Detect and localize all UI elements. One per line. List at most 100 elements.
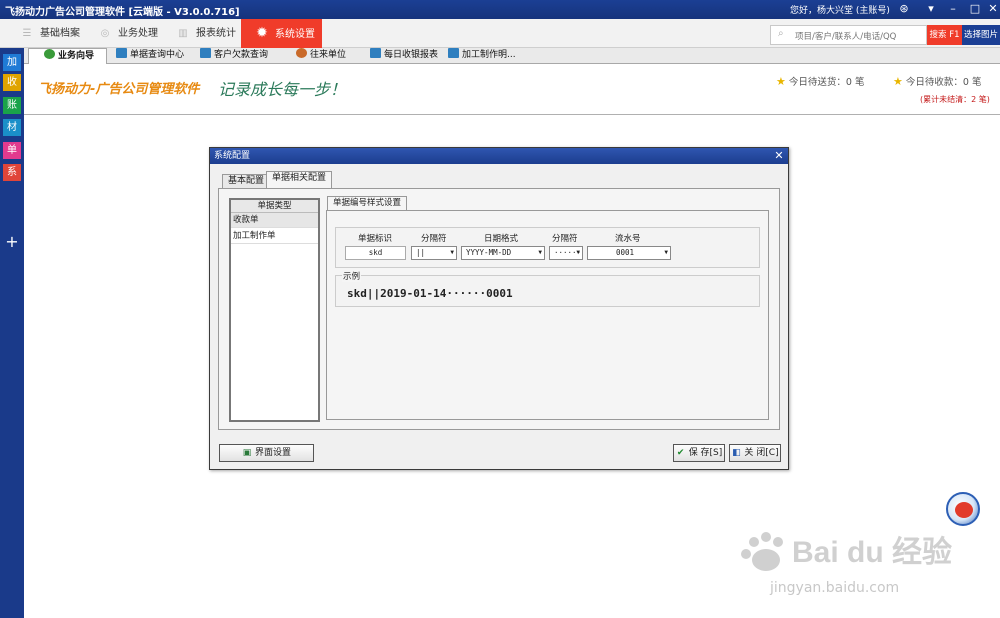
example-legend: 示例 — [342, 270, 362, 282]
separator1-select[interactable]: || ▼ — [411, 246, 457, 260]
sidebar-plus-button[interactable]: + — [3, 233, 21, 251]
people-icon — [296, 48, 307, 58]
dialog-close-icon[interactable]: ✕ — [772, 149, 786, 163]
tab-label: 加工制作明... — [462, 50, 516, 60]
separator2-label: 分隔符 — [552, 234, 578, 244]
select-value: || — [416, 248, 426, 257]
watermark-logo-text: Bai du 经验 — [792, 535, 952, 569]
bill-config-panel: 单据类型 收款单 加工制作单 单据编号样式设置 单据标识 分隔符 日期格式 分隔… — [218, 188, 780, 430]
gear-icon: ✹ — [256, 25, 268, 41]
tab-label: 单据查询中心 — [130, 50, 185, 60]
tab-contacts[interactable]: 往来单位 — [296, 48, 360, 64]
exit-icon: ◧ — [732, 448, 741, 458]
bill-id-input[interactable]: skd — [345, 246, 406, 260]
date-format-label: 日期格式 — [484, 234, 519, 244]
grid-icon — [370, 48, 381, 58]
tab-bill-config[interactable]: 单据相关配置 — [266, 171, 333, 188]
button-label: 界面设置 — [254, 448, 291, 458]
bar-chart-icon: ▥ — [178, 28, 188, 39]
title-bar: 飞扬动力广告公司管理软件 [云端版 - V3.0.0.716] 您好，杨大兴堂 … — [0, 0, 1000, 19]
bill-type-header: 单据类型 — [231, 200, 318, 213]
number-format-panel: 单据标识 分隔符 日期格式 分隔符 流水号 skd || ▼ YYYY-MM-DD… — [326, 210, 769, 420]
tab-label: 往来单位 — [310, 50, 347, 60]
sidebar-material[interactable]: 材 — [3, 119, 21, 136]
search-icon: ⌕ — [778, 28, 784, 39]
caret-down-icon: ▼ — [538, 249, 542, 256]
menu-label: 系统设置 — [275, 29, 315, 40]
list-item[interactable]: 加工制作单 — [231, 229, 318, 244]
menu-business[interactable]: ◎ 业务处理 — [92, 19, 162, 48]
watermark-url: jingyan.baidu.com — [770, 580, 900, 596]
search-button[interactable]: 搜索 F1 — [927, 25, 962, 45]
banner: 飞扬动力-广告公司管理软件 记录成长每一步！ ★ 今日待送货：0 笔 ★ 今日待收款… — [24, 64, 1000, 115]
separator2-select[interactable]: ······ ▼ — [549, 246, 583, 260]
menu-label: 报表统计 — [196, 28, 236, 39]
star-icon: ★ — [776, 75, 786, 88]
stat-delivery[interactable]: ★ 今日待送货：0 笔 — [776, 74, 864, 88]
tab-number-format[interactable]: 单据编号样式设置 — [327, 196, 408, 210]
caret-down-icon: ▼ — [664, 249, 668, 256]
tab-label: 每日收银报表 — [384, 50, 439, 60]
assistant-icon[interactable] — [946, 492, 980, 526]
menu-system-settings[interactable]: ✹ 系统设置 — [241, 19, 322, 48]
separator1-label: 分隔符 — [421, 234, 447, 244]
format-fields: 单据标识 分隔符 日期格式 分隔符 流水号 skd || ▼ YYYY-MM-DD… — [335, 227, 760, 268]
list-item[interactable]: 收款单 — [231, 213, 318, 228]
window-icon: ▣ — [242, 448, 252, 458]
select-value: 0001 — [616, 248, 635, 257]
stat-receivable[interactable]: ★ 今日待收款：0 笔 — [893, 74, 981, 88]
slogan: 记录成长每一步！ — [218, 80, 347, 99]
tab-strip: 业务向导 单据查询中心 客户欠款查询 往来单位 每日收银报表 加工制作明... — [24, 48, 1000, 65]
stat-delivery-text: 今日待送货：0 笔 — [788, 77, 865, 88]
search-input[interactable] — [770, 25, 927, 45]
serial-select[interactable]: 0001 ▼ — [587, 246, 671, 260]
serial-label: 流水号 — [615, 234, 641, 244]
ui-settings-button[interactable]: ▣ 界面设置 — [219, 444, 314, 462]
button-label: 保 存[S] — [688, 448, 723, 458]
dialog-title-bar[interactable]: 系统配置 — [210, 148, 788, 164]
close-button[interactable]: ◧ 关 闭[C] — [729, 444, 781, 462]
minimize-icon[interactable]: – — [946, 2, 960, 16]
system-config-dialog: 系统配置 ✕ 基本配置 单据相关配置 单据类型 收款单 加工制作单 单据编号样式… — [209, 147, 789, 470]
tab-bill-query[interactable]: 单据查询中心 — [116, 48, 196, 64]
grid-icon — [200, 48, 211, 58]
tab-business-guide[interactable]: 业务向导 — [28, 48, 107, 65]
user-greeting: 您好，杨大兴堂 (主账号) — [790, 6, 890, 16]
brand-logo: 飞扬动力-广告公司管理软件 — [38, 82, 200, 97]
maximize-icon[interactable]: □ — [968, 2, 982, 16]
dialog-title: 系统配置 — [214, 151, 251, 161]
assistant-face — [955, 502, 973, 518]
baidu-watermark-logo: Bai du 经验 — [741, 532, 952, 571]
tab-customer-debt[interactable]: 客户欠款查询 — [200, 48, 280, 64]
menu-reports[interactable]: ▥ 报表统计 — [170, 19, 242, 48]
tab-production-detail[interactable]: 加工制作明... — [448, 48, 528, 64]
id-label: 单据标识 — [358, 234, 393, 244]
skin-icon[interactable]: ⊛ — [897, 2, 911, 16]
unsettled-count[interactable]: (累计未结清：2 笔) — [920, 94, 990, 105]
caret-down-icon: ▼ — [576, 249, 580, 256]
tab-daily-cash[interactable]: 每日收银报表 — [370, 48, 448, 64]
sidebar-receive[interactable]: 收 — [3, 74, 21, 91]
tab-label: 客户欠款查询 — [214, 50, 269, 60]
tab-label: 业务向导 — [58, 51, 95, 61]
sidebar-order[interactable]: 单 — [3, 142, 21, 159]
menu-label: 业务处理 — [118, 28, 158, 39]
list-icon: ☰ — [22, 28, 32, 39]
star-icon: ★ — [893, 75, 903, 88]
sidebar-account[interactable]: 账 — [3, 97, 21, 114]
menu-basic-files[interactable]: ☰ 基础档案 — [14, 19, 84, 48]
example-group: 示例 skd||2019-01-14······0001 — [335, 270, 760, 307]
globe-icon — [44, 49, 55, 59]
close-icon[interactable]: ✕ — [986, 2, 1000, 16]
button-label: 关 闭[C] — [744, 448, 779, 458]
tab-basic-config[interactable]: 基本配置 — [222, 174, 271, 188]
sidebar-add[interactable]: 加 — [3, 54, 21, 71]
sidebar-system[interactable]: 系 — [3, 164, 21, 181]
gear-outline-icon: ◎ — [100, 28, 110, 39]
bill-type-list: 单据类型 收款单 加工制作单 — [229, 198, 320, 422]
window-title: 飞扬动力广告公司管理软件 [云端版 - V3.0.0.716] — [5, 7, 240, 18]
select-picture-button[interactable]: 选择图片 — [962, 25, 1000, 45]
date-format-select[interactable]: YYYY-MM-DD ▼ — [461, 246, 545, 260]
save-button[interactable]: ✔ 保 存[S] — [673, 444, 725, 462]
menu-icon[interactable]: ▾ — [924, 2, 938, 16]
